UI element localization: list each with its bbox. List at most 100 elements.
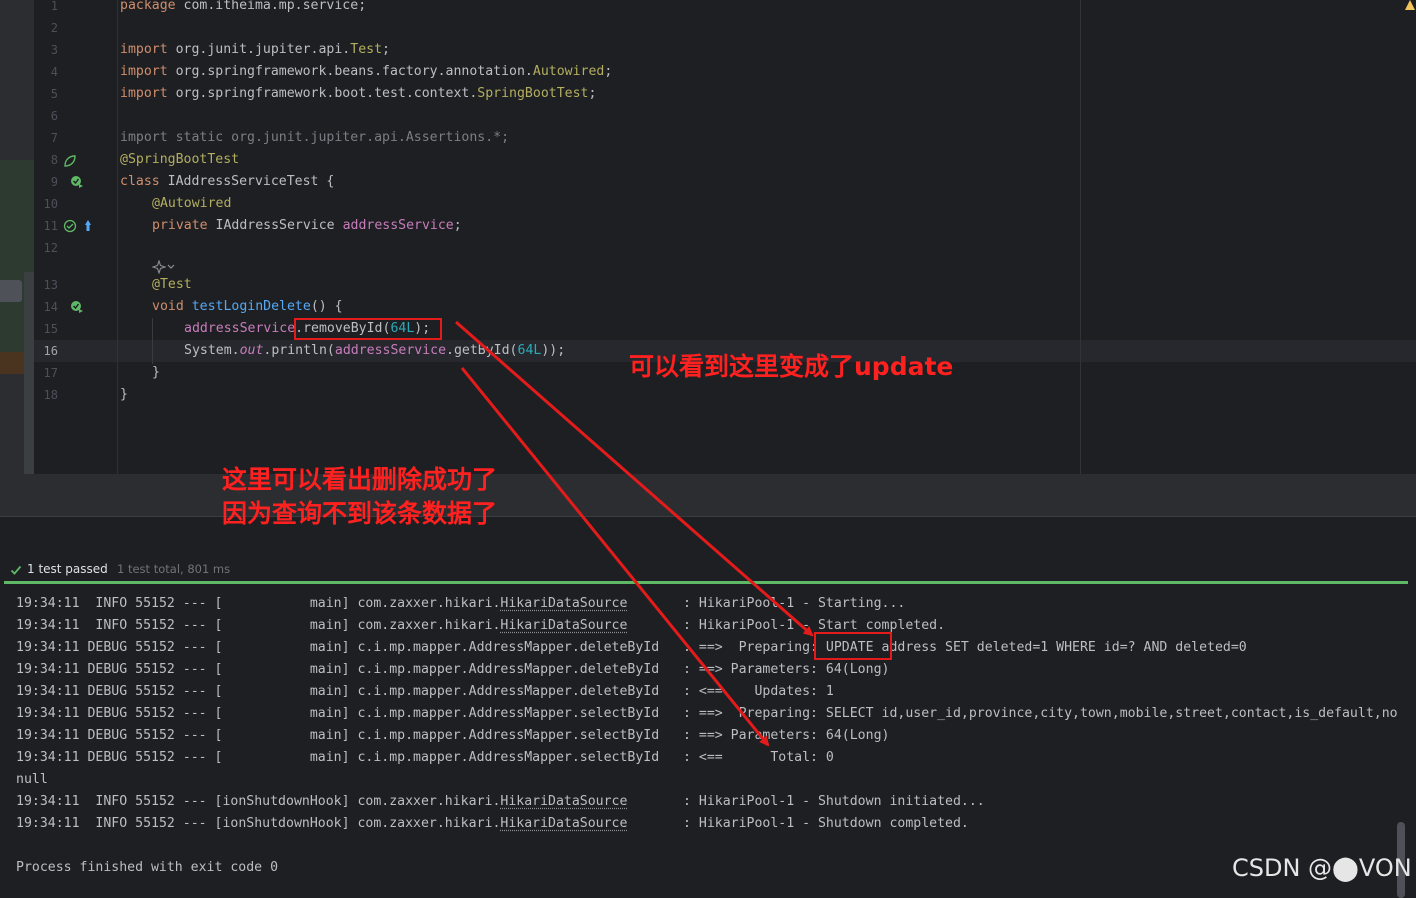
code-line-8[interactable]: @SpringBootTest — [120, 152, 239, 167]
line-number[interactable]: 11 — [34, 219, 58, 233]
code-line-14[interactable]: void testLoginDelete() { — [152, 299, 343, 314]
log-pid: 55152 — [135, 662, 175, 677]
log-time: 19:34:11 — [16, 816, 80, 831]
line-number[interactable]: 13 — [34, 278, 58, 292]
number-literal: 64L — [517, 343, 542, 358]
log-pad — [659, 706, 683, 721]
line-number[interactable]: 10 — [34, 197, 58, 211]
strip-button[interactable] — [0, 280, 22, 302]
spring-bean-icon[interactable] — [63, 154, 77, 168]
log-time: 19:34:11 — [16, 596, 80, 611]
chevron-down-icon[interactable] — [166, 262, 176, 272]
line-number[interactable]: 15 — [34, 322, 58, 336]
log-pad — [659, 662, 683, 677]
line-number[interactable]: 6 — [34, 109, 58, 123]
log-msg: : HikariPool-1 - Shutdown initiated... — [683, 794, 985, 809]
log-logger-pre: com.zaxxer.hikari. — [349, 596, 501, 611]
line-number[interactable]: 17 — [34, 366, 58, 380]
line-number[interactable]: 16 — [34, 344, 58, 358]
strip-scrollbar[interactable] — [24, 272, 34, 474]
log-pid: 55152 — [135, 794, 175, 809]
console-line: 19:34:11 INFO 55152 --- [ionShutdownHook… — [16, 816, 969, 831]
field-name: addressService — [334, 343, 447, 358]
log-sep: --- [ — [174, 728, 223, 743]
autowired-bean-icon[interactable] — [63, 219, 77, 233]
line-number[interactable]: 3 — [34, 43, 58, 57]
code-line-18[interactable]: } — [120, 387, 128, 402]
line-number[interactable]: 1 — [34, 0, 58, 13]
log-sep: --- [ — [174, 640, 223, 655]
code-text: ; — [453, 218, 462, 233]
code-line-11[interactable]: private IAddressService addressService; — [152, 218, 462, 233]
annotation: @Autowired — [152, 196, 232, 211]
code-line-7[interactable]: import static org.junit.jupiter.api.Asse… — [120, 130, 509, 145]
indent-guide — [152, 318, 153, 364]
log-sep: --- [ — [174, 662, 223, 677]
log-thread: main] — [222, 750, 350, 765]
test-status: 1 test passed — [27, 562, 108, 576]
log-pid: 55152 — [135, 728, 175, 743]
console-line: 19:34:11 DEBUG 55152 --- [ main] c.i.mp.… — [16, 706, 1398, 721]
annotation: @Test — [152, 277, 192, 292]
log-level: DEBUG — [87, 662, 128, 677]
line-number[interactable]: 2 — [34, 21, 58, 35]
console-line: null — [16, 772, 48, 787]
code-line-10[interactable]: @Autowired — [152, 196, 231, 211]
line-number[interactable]: 8 — [34, 153, 58, 167]
console-output[interactable]: 19:34:11 INFO 55152 --- [ main] com.zaxx… — [0, 584, 1416, 898]
console-line: 19:34:11 DEBUG 55152 --- [ main] c.i.mp.… — [16, 662, 889, 677]
keyword: class — [120, 174, 160, 189]
console-line: 19:34:11 DEBUG 55152 --- [ main] c.i.mp.… — [16, 728, 889, 743]
ai-assistant-icon[interactable] — [152, 260, 166, 274]
log-thread: main] — [222, 618, 350, 633]
log-sep: --- [ — [174, 618, 223, 633]
run-test-method-icon[interactable] — [70, 300, 84, 314]
keyword: import — [120, 42, 168, 57]
type-name: IAddressService — [207, 218, 343, 233]
log-thread: ionShutdownHook] — [222, 816, 350, 831]
panel-separator — [0, 517, 1416, 557]
code-line-4[interactable]: import org.springframework.beans.factory… — [120, 64, 612, 79]
keyword: void — [152, 299, 184, 314]
line-number[interactable]: 4 — [34, 65, 58, 79]
log-time: 19:34:11 — [16, 706, 80, 721]
log-pid: 55152 — [135, 618, 175, 633]
code-editor[interactable]: 1 2 3 4 5 6 7 8 9 10 11 12 13 14 15 16 17 18 package com.… — [0, 0, 1416, 474]
code-line-13[interactable]: @Test — [152, 277, 192, 292]
code-line-9[interactable]: class IAddressServiceTest { — [120, 174, 334, 189]
line-number[interactable]: 14 — [34, 300, 58, 314]
unused-import: import static org.junit.jupiter.api.Asse… — [120, 130, 510, 145]
log-sep: --- [ — [174, 794, 223, 809]
code-text: System. — [184, 343, 240, 358]
class-ref: Autowired — [532, 64, 605, 79]
test-summary: 1 test total, 801 ms — [117, 562, 231, 576]
code-line-16[interactable]: System.out.println(addressService.getByI… — [184, 343, 565, 358]
log-sep: --- [ — [174, 750, 223, 765]
code-line-1[interactable]: package com.itheima.mp.service; — [120, 0, 366, 13]
navigate-bean-icon[interactable] — [81, 219, 95, 233]
line-number[interactable]: 7 — [34, 131, 58, 145]
log-time: 19:34:11 — [16, 684, 80, 699]
log-logger-pre: c.i.mp.mapper.AddressMapper.deleteById — [349, 640, 660, 655]
log-msg: : HikariPool-1 - Shutdown completed. — [683, 816, 969, 831]
line-number[interactable]: 12 — [34, 241, 58, 255]
line-number[interactable]: 9 — [34, 175, 58, 189]
log-pad — [627, 596, 683, 611]
log-thread: main] — [222, 596, 350, 611]
log-thread: main] — [222, 640, 350, 655]
console-line: 19:34:11 DEBUG 55152 --- [ main] c.i.mp.… — [16, 684, 834, 699]
log-time: 19:34:11 — [16, 750, 80, 765]
run-test-class-icon[interactable] — [70, 175, 84, 189]
log-msg: : HikariPool-1 - Start completed. — [683, 618, 946, 633]
log-pid: 55152 — [135, 684, 175, 699]
code-line-3[interactable]: import org.junit.jupiter.api.Test; — [120, 42, 390, 57]
code-line-5[interactable]: import org.springframework.boot.test.con… — [120, 86, 596, 101]
tool-window-toolbar — [0, 474, 1416, 517]
log-sep: --- [ — [174, 684, 223, 699]
code-line-17[interactable]: } — [152, 365, 160, 380]
warning-icon[interactable] — [1404, 0, 1416, 10]
log-level: DEBUG — [87, 750, 128, 765]
line-number[interactable]: 5 — [34, 87, 58, 101]
code-text: com.itheima.mp.service; — [175, 0, 367, 13]
line-number[interactable]: 18 — [34, 388, 58, 402]
